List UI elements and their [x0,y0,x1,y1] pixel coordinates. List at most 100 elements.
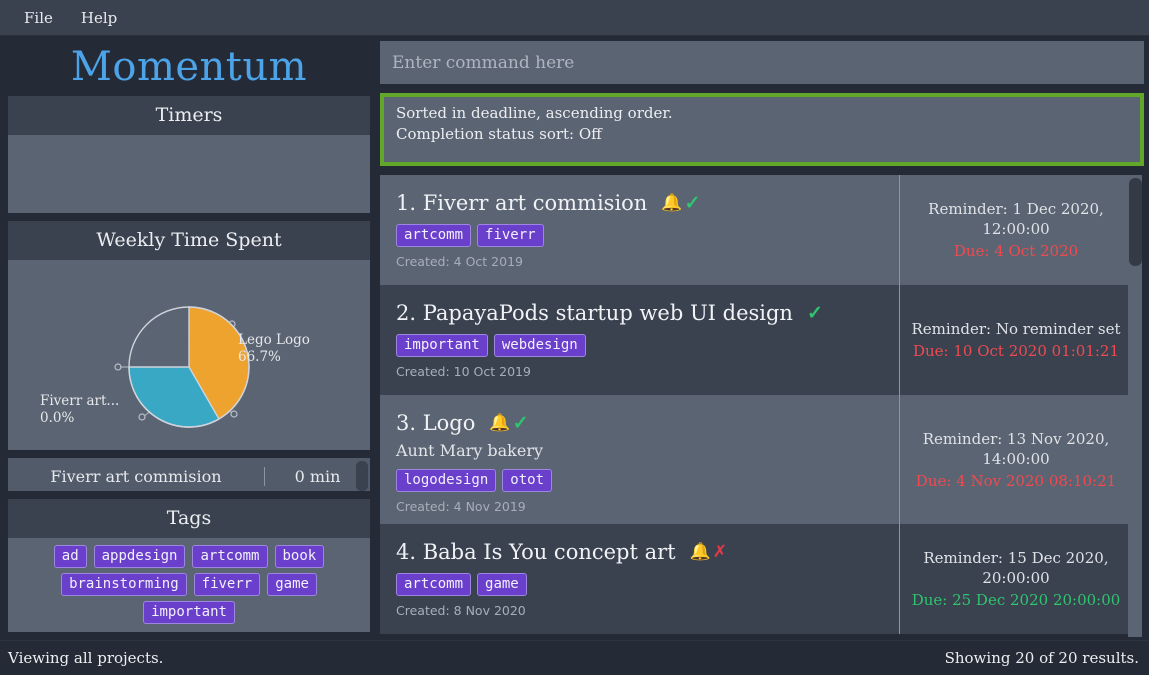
status-bar: Viewing all projects. Showing 20 of 20 r… [0,640,1149,675]
tags-panel-title: Tags [8,499,370,538]
app-title: Momentum [70,44,308,90]
task-reminder: Reminder: 13 Nov 2020, 14:00:00 [922,429,1110,468]
tag-pill[interactable]: fiverr [477,224,544,247]
task-due-date: Due: 4 Nov 2020 08:10:21 [915,471,1117,490]
tag-pill[interactable]: logodesign [396,469,497,492]
tag-pill[interactable]: artcomm [396,573,472,596]
task-due-date: Due: 10 Oct 2020 01:01:21 [912,342,1120,360]
timer-table-row[interactable]: Fiverr art commision 0 min [8,458,370,491]
menu-file[interactable]: File [14,5,63,31]
sidebar: Momentum Timers Weekly Time Spent Lego L… [0,36,378,640]
task-created-date: Created: 10 Oct 2019 [396,364,531,379]
task-reminder: Reminder: 15 Dec 2020, 20:00:00 [923,549,1109,587]
task-list: 1. Fiverr art commision 🔔 ✓ artcomm fiverr Cr… [380,175,1132,634]
bell-icon: 🔔 [489,413,511,433]
task-subtitle: Aunt Mary bakery [396,441,544,460]
task-list-scrollbar-thumb[interactable] [1129,178,1142,266]
task-title: 1. Fiverr art commision 🔔 ✓ [396,191,899,216]
task-row[interactable]: 1. Fiverr art commision 🔔 ✓ artcomm fiverr Cr… [380,175,1132,285]
tag-pill[interactable]: game [267,573,317,596]
content-area: Sorted in deadline, ascending order. Com… [378,36,1149,640]
menu-bar: File Help [0,0,1149,36]
chart-panel-title: Weekly Time Spent [8,221,370,260]
tags-panel: Tags ad appdesign artcomm book brainstorming… [8,499,370,632]
tag-pill[interactable]: important [143,601,235,624]
task-index: 4. Baba Is You concept art [396,540,676,564]
status-bar-right: Showing 20 of 20 results. [944,649,1139,667]
tag-pill[interactable]: game [477,573,527,596]
timer-table[interactable]: Fiverr art commision 0 min PapayaPods st… [8,458,370,491]
timer-table-scrollbar-thumb[interactable] [356,461,368,491]
task-title: 2. PapayaPods startup web UI design ✓ [396,301,899,326]
tag-pill[interactable]: artcomm [192,545,268,568]
tag-pill[interactable]: webdesign [493,334,586,357]
weekly-time-spent-panel: Weekly Time Spent Lego Logo 66.7% Fiverr… [8,221,370,491]
bell-icon: 🔔 [661,193,683,213]
timer-row-name: Fiverr art commision [8,467,265,486]
task-index: 1. Fiverr art commision [396,191,648,215]
status-bar-left: Viewing all projects. [8,649,164,667]
task-status-icons: 🔔 ✓ [489,414,528,433]
check-icon: ✓ [684,192,701,214]
cross-icon: ✗ [712,542,728,562]
task-status-icons: ✓ [807,304,823,323]
command-input[interactable] [380,41,1144,84]
tag-pill[interactable]: otot [502,469,553,492]
timers-panel-title: Timers [8,96,370,135]
check-icon: ✓ [512,412,529,434]
tag-pill[interactable]: artcomm [396,224,472,247]
pie-label-fiverr-art: Fiverr art... 0.0% [40,393,119,427]
status-line: Sorted in deadline, ascending order. [396,104,673,122]
pie-label-name: Lego Logo [238,332,310,348]
tag-pill[interactable]: appdesign [93,545,186,568]
task-created-date: Created: 4 Oct 2019 [396,254,523,269]
pie-label-name: Fiverr art... [40,393,120,409]
task-main: 2. PapayaPods startup web UI design ✓ impo… [380,285,900,395]
tag-pill[interactable]: ad [53,545,87,568]
task-main: 1. Fiverr art commision 🔔 ✓ artcomm fiverr Cr… [380,175,900,285]
task-title: 3. Logo 🔔 ✓ [396,411,899,436]
task-reminder: Reminder: 1 Dec 2020, 12:00:00 [928,200,1104,238]
task-tags: logodesign otot [396,469,899,492]
task-main: 3. Logo 🔔 ✓ Aunt Mary bakery logodesign otot C… [380,395,900,524]
tags-panel-body: ad appdesign artcomm book brainstorming fiver… [8,538,370,632]
task-created-date: Created: 8 Nov 2020 [396,603,526,618]
timers-panel-body [8,135,370,213]
task-list-container: 1. Fiverr art commision 🔔 ✓ artcomm fiverr Cr… [380,175,1144,637]
task-index: 3. Logo [396,411,476,435]
status-line: Completion status sort: Off [396,125,602,143]
status-message-box: Sorted in deadline, ascending order. Com… [380,93,1144,166]
task-status-icons: 🔔 ✓ [661,194,700,213]
tag-pill[interactable]: brainstorming [61,573,187,596]
pie-label-value: 0.0% [40,410,75,426]
menu-help[interactable]: Help [71,5,127,31]
task-row[interactable]: 4. Baba Is You concept art 🔔 ✗ artcomm game C… [380,524,1132,634]
check-icon: ✓ [806,302,823,324]
timers-panel: Timers [8,96,370,213]
main-layout: Momentum Timers Weekly Time Spent Lego L… [0,36,1149,640]
task-status-icons: 🔔 ✗ [690,544,727,561]
tag-pill[interactable]: important [396,334,488,357]
task-tags: important webdesign [396,334,899,357]
tag-pill[interactable]: book [274,545,325,568]
pie-label-value: 66.7% [238,349,281,365]
task-title: 4. Baba Is You concept art 🔔 ✗ [396,540,899,565]
task-schedule: Reminder: No reminder set Due: 10 Oct 202… [900,285,1132,395]
task-index: 2. PapayaPods startup web UI design [396,301,793,325]
task-due-date: Due: 4 Oct 2020 [953,242,1079,260]
task-row[interactable]: 2. PapayaPods startup web UI design ✓ impo… [380,285,1132,395]
timer-row-time: 0 min [294,467,341,486]
task-schedule: Reminder: 1 Dec 2020, 12:00:00 Due: 4 Oct… [900,175,1132,285]
task-reminder: Reminder: No reminder set [911,320,1121,338]
task-tags: artcomm fiverr [396,224,899,247]
task-main: 4. Baba Is You concept art 🔔 ✗ artcomm game C… [380,524,900,634]
task-created-date: Created: 4 Nov 2019 [396,499,526,514]
pie-chart: Lego Logo 66.7% Read up on... 0.0% Alpha… [8,260,370,491]
tag-pill[interactable]: fiverr [193,573,261,596]
task-list-scrollbar[interactable] [1128,175,1142,637]
task-schedule: Reminder: 13 Nov 2020, 14:00:00 Due: 4 No… [900,395,1132,524]
task-due-date: Due: 25 Dec 2020 20:00:00 [911,591,1121,609]
bell-icon: 🔔 [689,542,711,562]
task-tags: artcomm game [396,573,899,596]
task-row[interactable]: 3. Logo 🔔 ✓ Aunt Mary bakery logodesign otot C… [380,395,1132,524]
